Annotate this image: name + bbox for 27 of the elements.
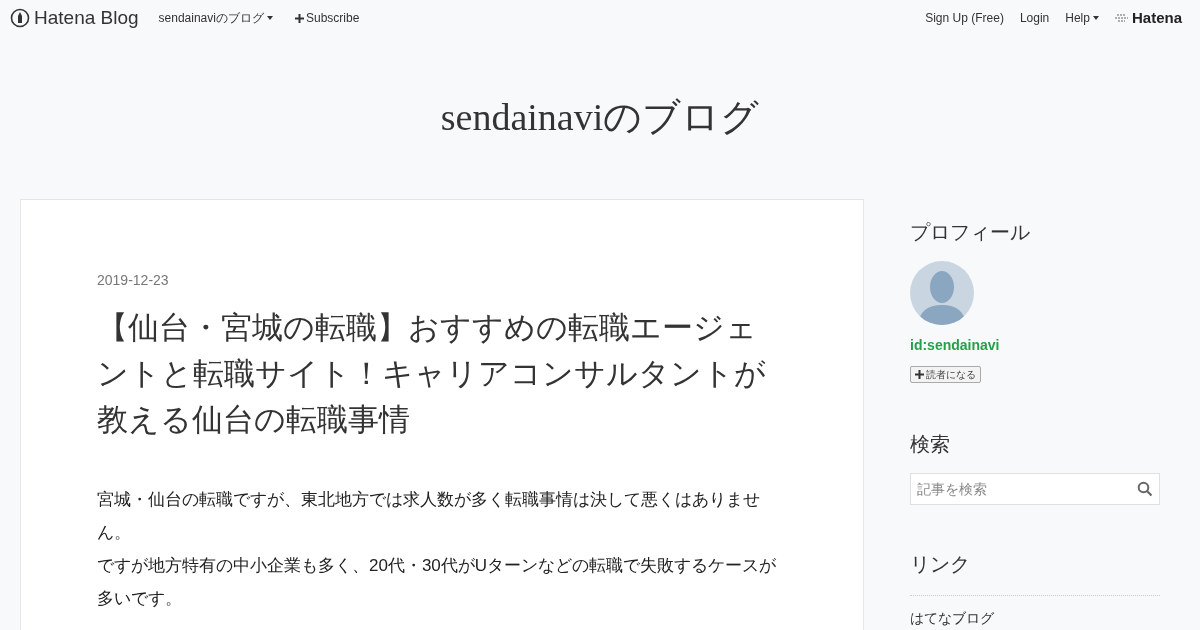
sidebar-link[interactable]: はてなブログ (910, 610, 994, 626)
section-heading: プロフィール (910, 220, 1031, 245)
nav-link[interactable]: Sign Up (Free) (925, 9, 1004, 27)
hatena-blog-logo[interactable]: Hatena Blog (10, 3, 139, 33)
blog-title[interactable]: sendainaviのブログ (440, 89, 760, 146)
dashes-icon (1114, 13, 1129, 23)
entry-paragraph: ですが地方特有の中小企業も多く、20代・30代がUターンなどの転職で失敗するケースが多いです。 (97, 555, 778, 610)
entry-title[interactable]: 【仙台・宮城の転職】おすすめの転職エージェントと転職サイト！キャリアコンサルタントが教える仙台の転職事情 (97, 305, 787, 443)
blog-menu[interactable]: sendainaviのブログ (158, 9, 273, 27)
nav-link[interactable]: Login (1019, 9, 1050, 27)
plus-icon (294, 13, 304, 23)
section-heading: リンク (910, 552, 971, 577)
hatena-logo[interactable]: Hatena (1114, 6, 1182, 30)
caret-icon (1092, 16, 1099, 20)
subscribe-link[interactable]: Subscribe (294, 9, 360, 27)
follow-button[interactable]: 読者になる (910, 366, 981, 383)
plus-icon (915, 370, 924, 379)
entry-date[interactable]: 2019-12-23 (97, 270, 787, 291)
help-menu[interactable]: Help (1065, 9, 1099, 27)
search-icon[interactable] (1137, 481, 1153, 497)
entry-paragraph: 宮城・仙台の転職ですが、東北地方では求人数が多く転職事情は決して悪くはありません。 (97, 489, 761, 544)
caret-icon (266, 16, 273, 20)
brand-text: Hatena (1131, 7, 1182, 28)
search-field[interactable]: 記事を検索 (910, 473, 1160, 505)
logo-text: Hatena Blog (34, 5, 139, 30)
avatar-icon (910, 261, 974, 325)
section-heading: 検索 (910, 432, 951, 457)
